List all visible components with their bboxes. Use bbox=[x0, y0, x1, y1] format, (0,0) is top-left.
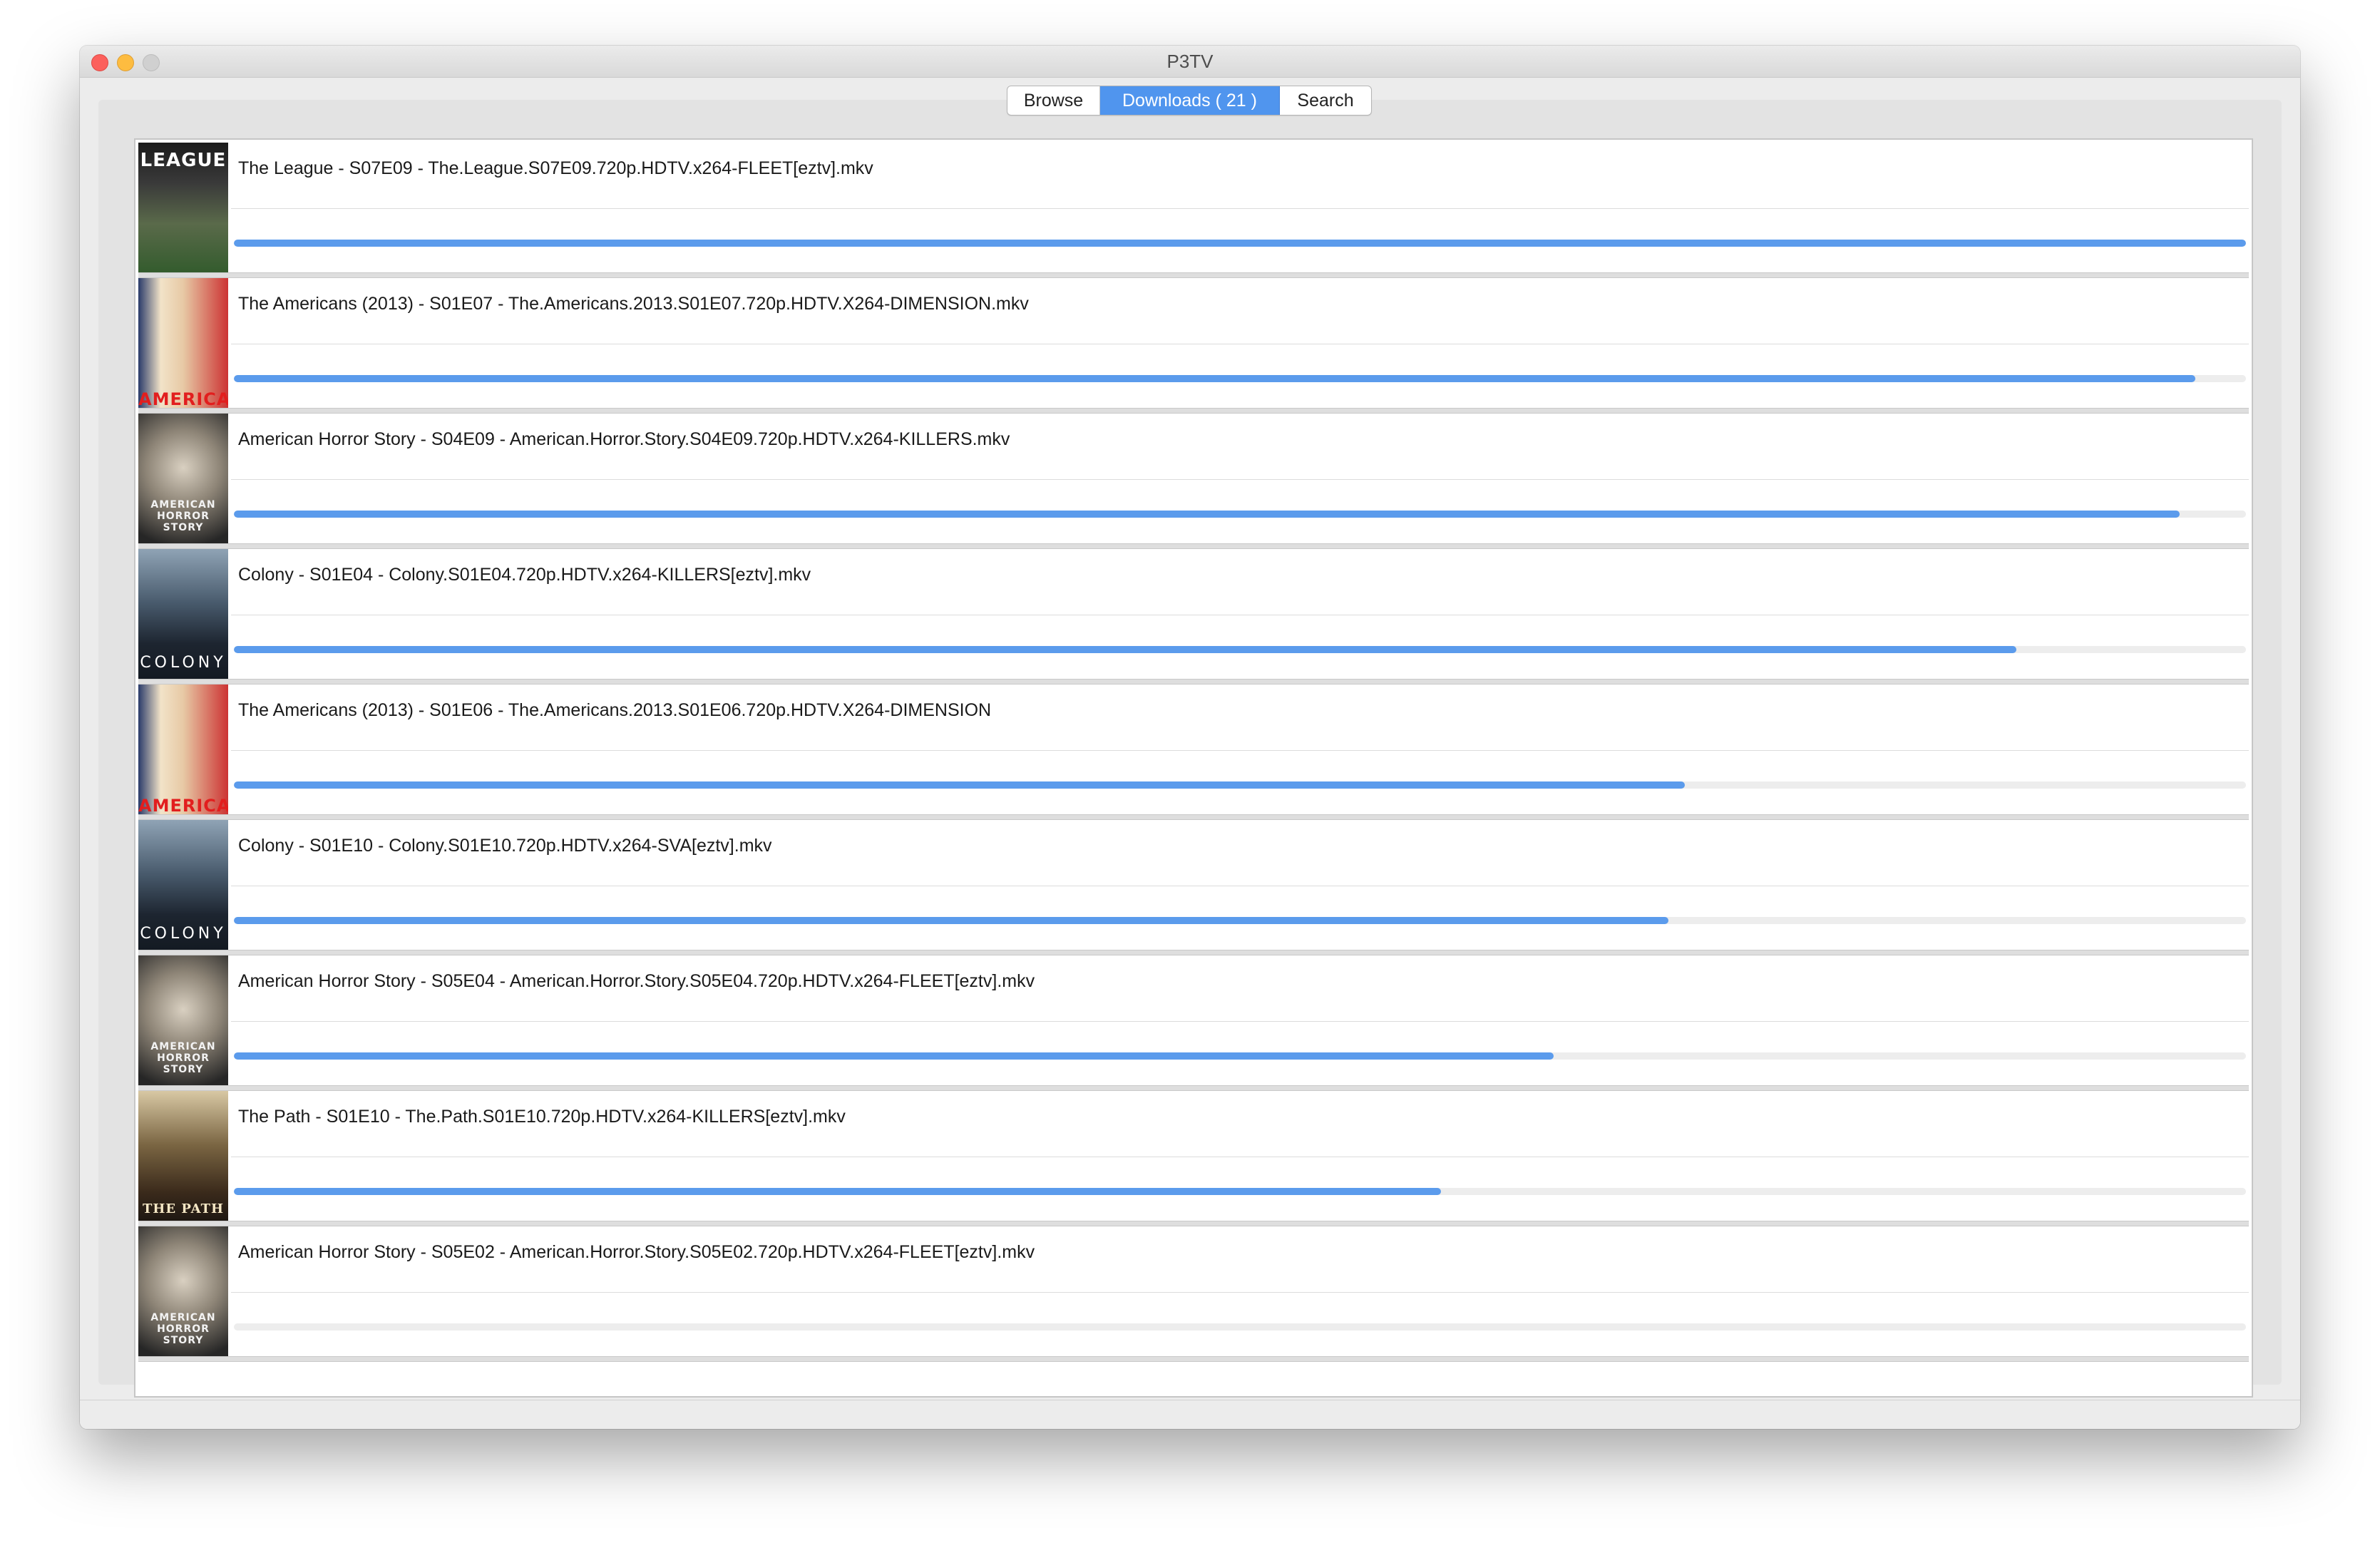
download-progress-fill bbox=[234, 375, 2196, 382]
download-progress-bar bbox=[234, 1188, 2246, 1195]
download-progress-bar bbox=[234, 1052, 2246, 1060]
download-row[interactable]: COLONY Colony - S01E04 - Colony.S01E04.7… bbox=[138, 549, 2249, 685]
download-progress-bar bbox=[234, 646, 2246, 653]
download-progress-bar bbox=[234, 781, 2246, 789]
tab-browse[interactable]: Browse bbox=[1007, 86, 1100, 115]
poster-title: AMERICAN HORROR STORY bbox=[150, 1041, 216, 1075]
poster-title: AMERICANS bbox=[138, 389, 228, 409]
download-title: Colony - S01E04 - Colony.S01E04.720p.HDT… bbox=[238, 565, 811, 585]
view-switcher: Browse Downloads ( 21 ) Search bbox=[1007, 86, 1372, 116]
download-progress-bar bbox=[234, 917, 2246, 924]
show-poster: LEAGUE bbox=[138, 143, 228, 278]
row-separator bbox=[231, 479, 2249, 480]
tab-search[interactable]: Search bbox=[1280, 86, 1371, 115]
download-title: The Americans (2013) - S01E07 - The.Amer… bbox=[238, 294, 1029, 314]
poster-title: COLONY bbox=[140, 654, 227, 672]
show-poster: AMERICANS bbox=[138, 278, 228, 414]
row-divider bbox=[138, 814, 2249, 820]
download-title: The Americans (2013) - S01E06 - The.Amer… bbox=[238, 700, 992, 720]
download-row[interactable]: THE PATH The Path - S01E10 - The.Path.S0… bbox=[138, 1091, 2249, 1226]
row-divider bbox=[138, 950, 2249, 955]
poster-title: LEAGUE bbox=[140, 150, 227, 171]
show-poster: THE PATH bbox=[138, 1091, 228, 1226]
download-progress-fill bbox=[234, 1188, 1442, 1195]
download-row[interactable]: AMERICANS The Americans (2013) - S01E06 … bbox=[138, 685, 2249, 820]
show-poster: AMERICAN HORROR STORY bbox=[138, 955, 228, 1091]
download-progress-fill bbox=[234, 646, 2017, 653]
row-separator bbox=[231, 1021, 2249, 1022]
row-divider bbox=[138, 543, 2249, 549]
download-row[interactable]: LEAGUE The League - S07E09 - The.League.… bbox=[138, 143, 2249, 278]
row-divider bbox=[138, 272, 2249, 278]
download-row[interactable]: AMERICANS The Americans (2013) - S01E07 … bbox=[138, 278, 2249, 414]
show-poster: AMERICAN HORROR STORY bbox=[138, 1226, 228, 1362]
download-title: The League - S07E09 - The.League.S07E09.… bbox=[238, 158, 873, 178]
download-progress-fill bbox=[234, 1052, 1554, 1060]
row-divider bbox=[138, 408, 2249, 414]
download-title: Colony - S01E10 - Colony.S01E10.720p.HDT… bbox=[238, 836, 772, 856]
download-progress-bar bbox=[234, 1323, 2246, 1331]
row-divider bbox=[138, 679, 2249, 685]
row-separator bbox=[231, 1292, 2249, 1293]
window-bottom-bar bbox=[80, 1400, 2300, 1429]
row-divider bbox=[138, 1356, 2249, 1362]
show-poster: COLONY bbox=[138, 820, 228, 955]
poster-title: AMERICAN HORROR STORY bbox=[150, 499, 216, 533]
row-separator bbox=[231, 208, 2249, 209]
show-poster: COLONY bbox=[138, 549, 228, 685]
row-divider bbox=[138, 1221, 2249, 1226]
download-row[interactable]: AMERICAN HORROR STORY American Horror St… bbox=[138, 414, 2249, 549]
download-progress-fill bbox=[234, 781, 1685, 789]
download-progress-fill bbox=[234, 917, 1669, 924]
download-title: American Horror Story - S04E09 - America… bbox=[238, 429, 1010, 449]
poster-title: THE PATH bbox=[143, 1201, 224, 1216]
download-row[interactable]: AMERICAN HORROR STORY American Horror St… bbox=[138, 1226, 2249, 1362]
download-progress-fill bbox=[234, 511, 2180, 518]
download-progress-bar bbox=[234, 375, 2246, 382]
poster-title: COLONY bbox=[140, 925, 227, 943]
poster-title: AMERICANS bbox=[138, 796, 228, 816]
poster-title: AMERICAN HORROR STORY bbox=[150, 1312, 216, 1346]
show-poster: AMERICAN HORROR STORY bbox=[138, 414, 228, 549]
window-title: P3TV bbox=[1166, 51, 1214, 72]
download-progress-bar bbox=[234, 240, 2246, 247]
tab-downloads[interactable]: Downloads ( 21 ) bbox=[1100, 86, 1280, 115]
row-divider bbox=[138, 1085, 2249, 1091]
download-title: The Path - S01E10 - The.Path.S01E10.720p… bbox=[238, 1107, 846, 1127]
row-separator bbox=[231, 750, 2249, 751]
title-bar[interactable]: P3TV bbox=[80, 46, 2300, 78]
download-title: American Horror Story - S05E04 - America… bbox=[238, 971, 1035, 991]
download-progress-fill bbox=[234, 240, 2246, 247]
downloads-list[interactable]: LEAGUE The League - S07E09 - The.League.… bbox=[134, 138, 2253, 1398]
download-row[interactable]: AMERICAN HORROR STORY American Horror St… bbox=[138, 955, 2249, 1091]
app-window: P3TV Browse Downloads ( 21 ) Search LEAG… bbox=[80, 46, 2300, 1429]
download-progress-bar bbox=[234, 511, 2246, 518]
download-title: American Horror Story - S05E02 - America… bbox=[238, 1242, 1035, 1262]
download-row[interactable]: COLONY Colony - S01E10 - Colony.S01E10.7… bbox=[138, 820, 2249, 955]
show-poster: AMERICANS bbox=[138, 685, 228, 820]
